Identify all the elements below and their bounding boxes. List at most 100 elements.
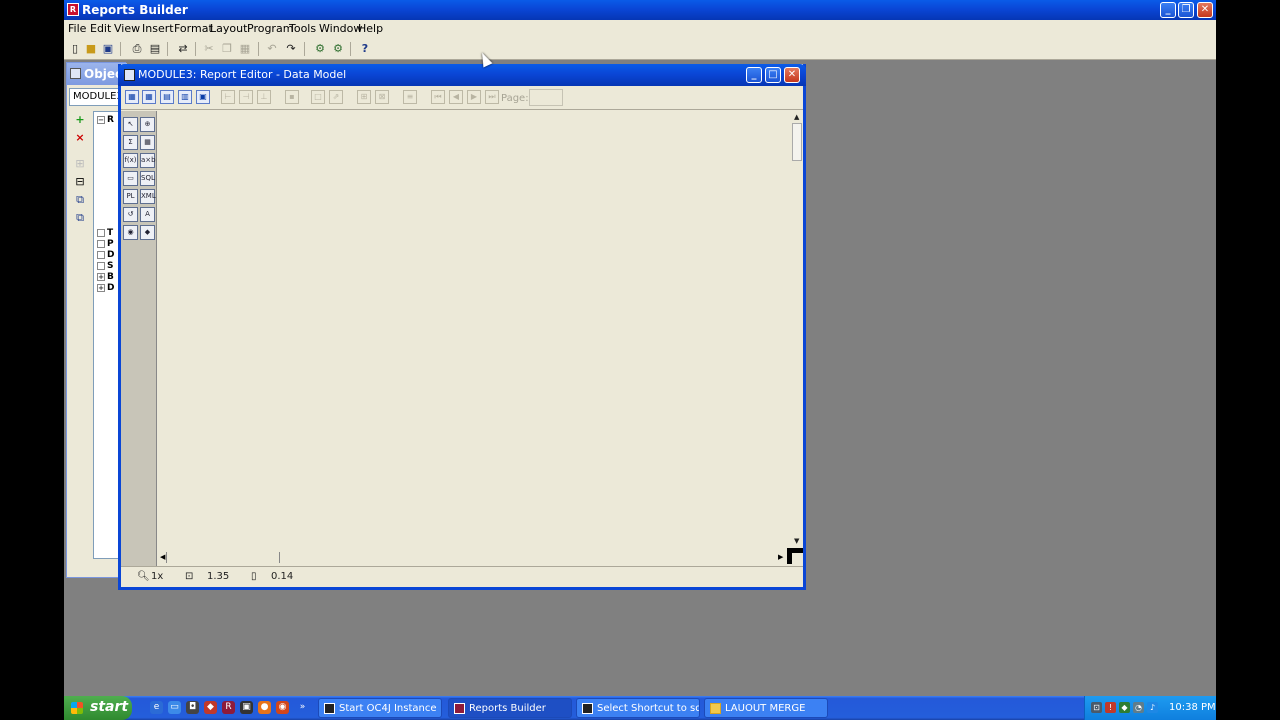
camera-icon[interactable]: ◘ [186,701,199,714]
next-page-icon[interactable]: ▶ [467,90,481,104]
tree-node[interactable]: P [97,239,114,249]
first-page-icon[interactable]: ⏮ [431,90,445,104]
horizontal-scrollbar[interactable]: ◀ ▶ [158,552,791,564]
volume-icon[interactable]: ♪ [1147,702,1158,713]
reports-quicklaunch-icon[interactable]: R [222,701,235,714]
restore-button[interactable]: ❐ [1178,2,1194,18]
help-icon[interactable]: ? [358,41,372,56]
expand-node-icon[interactable]: + [97,283,105,292]
last-page-icon[interactable]: ⏭ [485,90,499,104]
print-icon[interactable]: ⎙ [130,41,144,56]
tree-node[interactable]: D [97,250,114,260]
task-start-oc4j[interactable]: Start OC4J Instance [318,698,442,718]
more-icon[interactable]: » [296,701,309,714]
sql-query-icon[interactable]: SQL [140,171,155,186]
undo-icon[interactable]: ↶ [265,41,279,56]
page-setup-icon[interactable]: ▤ [148,41,162,56]
previous-page-icon[interactable]: ◀ [449,90,463,104]
save-icon[interactable]: ▣ [101,41,115,56]
menu-file[interactable]: File [68,22,86,35]
ungroup-icon[interactable]: ⊠ [375,90,389,104]
scroll-up-icon[interactable]: ▲ [794,113,799,121]
start-button[interactable]: start [64,696,132,720]
frame-icon[interactable]: □ [311,90,325,104]
data-model-canvas[interactable] [158,111,794,551]
select-tool-icon[interactable]: ↖ [123,117,138,132]
menu-window[interactable]: Window [319,22,362,35]
expand-all-icon[interactable]: ⧉ [73,193,87,207]
object-navigator-window[interactable]: Object MODULE3 + × ⊞ ⊟ ⧉ ⧉ − R T P D S + B… [66,62,128,578]
paper-design-view-icon[interactable]: ▥ [178,90,192,104]
xml-query-icon[interactable]: XML [140,189,156,204]
size-grip-icon[interactable] [787,548,803,564]
paste-icon[interactable]: ▦ [238,41,252,56]
tree-node[interactable]: T [97,228,113,238]
ref-cursor-icon[interactable]: ↺ [123,207,138,222]
scroll-right-icon[interactable]: ▶ [778,553,783,561]
minimize-button[interactable]: _ [1160,2,1176,18]
bring-to-front-icon[interactable]: ▪ [285,90,299,104]
editor-maximize-button[interactable]: □ [765,67,781,83]
vertical-scrollbar[interactable]: ▲ ▼ [791,111,803,551]
paper-parameter-form-icon[interactable]: ▣ [196,90,210,104]
scroll-left-icon[interactable]: ◀ [160,553,165,561]
tree-node[interactable]: + D [97,283,114,293]
clock[interactable]: 10:38 PM [1169,702,1216,713]
show-desktop-icon[interactable]: ▭ [168,701,181,714]
app-quicklaunch-icon[interactable]: ◆ [204,701,217,714]
cut-icon[interactable]: ✂ [202,41,216,56]
task-reports-builder[interactable]: Reports Builder [448,698,572,718]
tree-node[interactable]: + B [97,272,114,282]
create-icon[interactable]: + [73,113,87,127]
distribute-icon[interactable]: ≡ [403,90,417,104]
plsql-query-icon[interactable]: PL [123,189,138,204]
ie-icon[interactable]: e [150,701,163,714]
magnify-tool-icon[interactable]: ⊕ [140,117,155,132]
network-icon[interactable]: ⊡ [1091,702,1102,713]
connect-icon[interactable]: ⇄ [176,41,190,56]
security-icon[interactable]: ! [1105,702,1116,713]
task-layout-merge[interactable]: LAUOUT MERGE [704,698,828,718]
debug-icon[interactable]: ⚙ [331,41,345,56]
redo-icon[interactable]: ↷ [284,41,298,56]
data-link-icon[interactable]: ▭ [123,171,138,186]
jdbc-query-icon[interactable]: ◉ [123,225,138,240]
run-report-icon[interactable]: ⚙ [313,41,327,56]
menu-program[interactable]: Program [247,22,293,35]
menu-edit[interactable]: Edit [90,22,111,35]
open-folder-icon[interactable]: ■ [84,41,98,56]
media-icon[interactable]: ▣ [240,701,253,714]
paper-layout-view-icon[interactable]: ▤ [160,90,174,104]
menu-help[interactable]: Help [358,22,383,35]
menu-insert[interactable]: Insert [142,22,174,35]
placeholder-column-icon[interactable]: ▦ [140,135,155,150]
copy-icon[interactable]: ❐ [220,41,234,56]
vertical-scroll-thumb[interactable] [792,123,802,161]
tray-app-icon[interactable]: ◆ [1119,702,1130,713]
expand-icon[interactable]: ⊞ [73,157,87,171]
chrome-icon[interactable]: ◉ [276,701,289,714]
summary-column-icon[interactable]: Σ [123,135,138,150]
tree-node[interactable]: S [97,261,113,271]
new-icon[interactable]: ▯ [68,41,82,56]
menu-format[interactable]: Format [174,22,213,35]
tree-node[interactable]: − R [97,115,114,125]
text-query-icon[interactable]: A [140,207,155,222]
app-titlebar[interactable]: R Reports Builder _ ❐ ✕ [64,0,1216,20]
menu-view[interactable]: View [114,22,140,35]
delete-icon[interactable]: × [73,131,87,145]
formula-column-icon[interactable]: f(x) [123,153,138,168]
report-editor-titlebar[interactable]: MODULE3: Report Editor - Data Model _ □ … [118,64,806,86]
collapse-node-icon[interactable]: − [97,115,105,124]
align-center-icon[interactable]: ⊣ [239,90,253,104]
cross-product-icon[interactable]: a×b [140,153,156,168]
web-source-view-icon[interactable]: ▦ [142,90,156,104]
report-editor-window[interactable]: MODULE3: Report Editor - Data Model _ □ … [118,64,806,590]
expand-node-icon[interactable]: + [97,272,105,281]
collapse-icon[interactable]: ⊟ [73,175,87,189]
menu-layout[interactable]: Layout [210,22,247,35]
task-select-shortcut[interactable]: Select Shortcut to sql... [576,698,700,718]
horizontal-scroll-thumb[interactable] [166,552,280,563]
link-icon[interactable]: ⇗ [329,90,343,104]
group-icon[interactable]: ⊞ [357,90,371,104]
